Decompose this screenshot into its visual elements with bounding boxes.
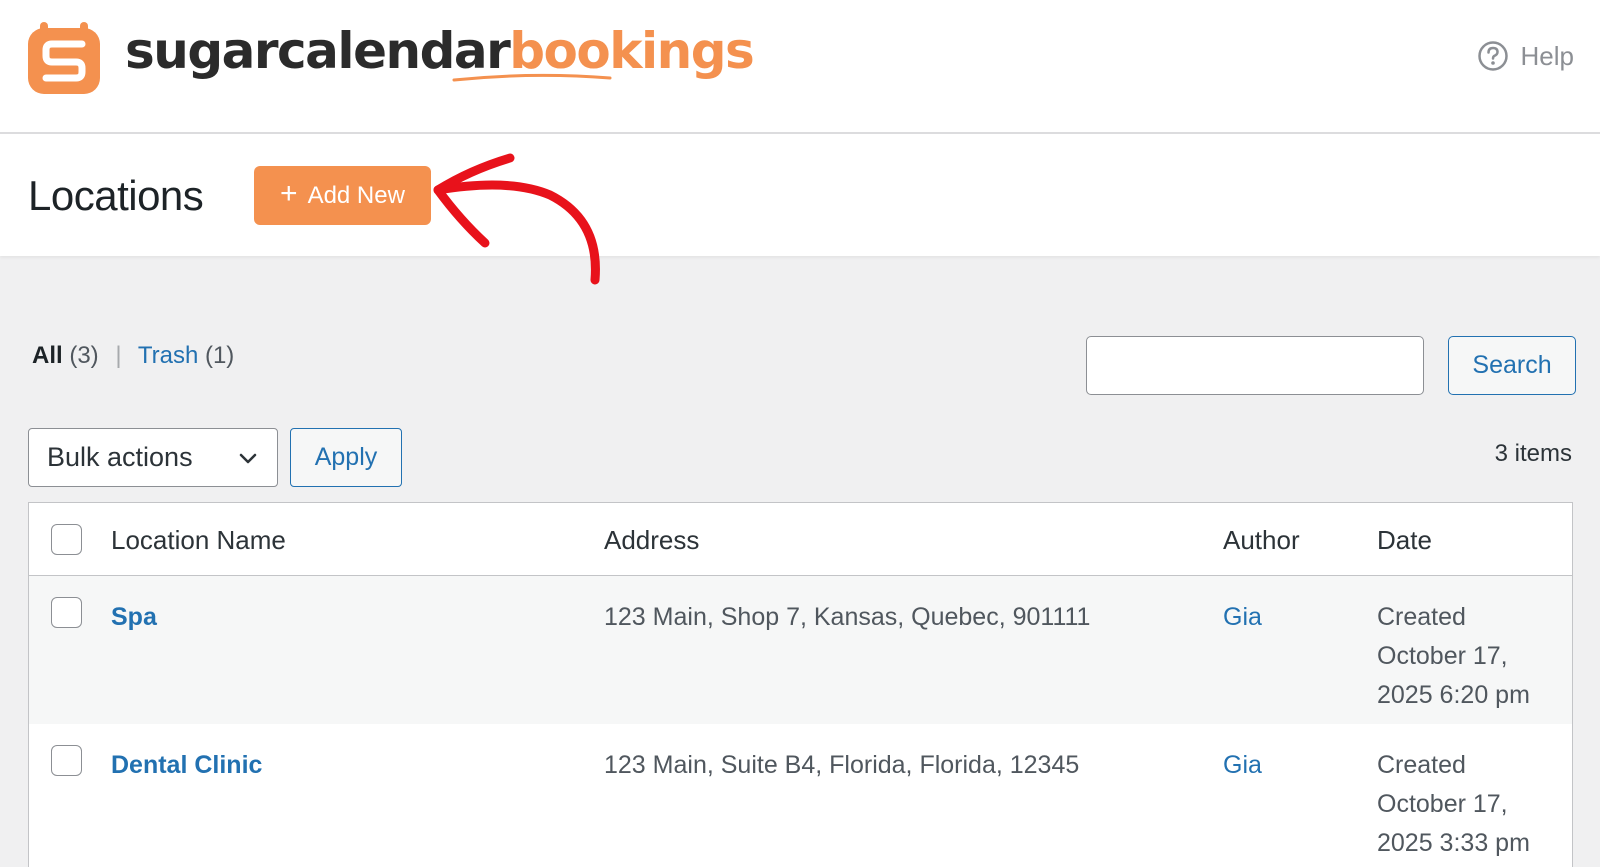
select-all-checkbox[interactable]: [51, 524, 82, 555]
location-name-link[interactable]: Spa: [111, 598, 157, 637]
locations-table: Location Name Address Author Date Spa 12…: [28, 502, 1573, 867]
plus-icon: +: [280, 177, 298, 210]
brand-wordmark: sugarcalendarbookings: [125, 22, 755, 80]
table-row: Dental Clinic 123 Main, Suite B4, Florid…: [29, 724, 1572, 867]
location-address: 123 Main, Shop 7, Kansas, Quebec, 901111: [604, 603, 1091, 631]
search-button[interactable]: Search: [1448, 336, 1576, 395]
chevron-down-icon: [239, 453, 257, 464]
date-day: October 17,: [1377, 642, 1508, 670]
location-address: 123 Main, Suite B4, Florida, Florida, 12…: [604, 751, 1080, 779]
table-header: Location Name Address Author Date: [29, 503, 1572, 576]
date-cell: Created October 17, 2025 6:20 pm: [1377, 598, 1567, 715]
status-filters: All (3) | Trash (1): [32, 342, 234, 370]
date-time: 2025 6:20 pm: [1377, 681, 1530, 709]
author-link[interactable]: Gia: [1223, 746, 1262, 785]
row-checkbox[interactable]: [51, 745, 82, 776]
bulk-actions-selected: Bulk actions: [47, 442, 193, 472]
apply-button[interactable]: Apply: [290, 428, 402, 487]
filter-trash-count: (1): [204, 342, 235, 369]
date-day: October 17,: [1377, 790, 1508, 818]
table-row: Spa 123 Main, Shop 7, Kansas, Quebec, 90…: [29, 576, 1572, 724]
add-new-button[interactable]: + Add New: [254, 166, 431, 225]
bulk-actions-select[interactable]: Bulk actions: [28, 428, 278, 487]
location-name-link[interactable]: Dental Clinic: [111, 746, 262, 785]
date-time: 2025 3:33 pm: [1377, 829, 1530, 857]
brand-underline-swoosh: [452, 73, 612, 82]
help-label: Help: [1520, 40, 1574, 71]
column-header-address: Address: [604, 525, 700, 555]
column-header-author: Author: [1223, 525, 1300, 555]
filter-all[interactable]: All: [32, 342, 63, 369]
search-input[interactable]: [1086, 336, 1424, 395]
page-title: Locations: [28, 172, 204, 219]
filter-trash[interactable]: Trash: [138, 342, 198, 369]
question-circle-icon: [1477, 41, 1508, 71]
items-count: 3 items: [1494, 440, 1572, 467]
add-new-label: Add New: [307, 181, 405, 209]
date-cell: Created October 17, 2025 3:33 pm: [1377, 746, 1567, 863]
date-status: Created: [1377, 751, 1466, 779]
page-header: Locations + Add New: [0, 134, 1600, 256]
column-header-date[interactable]: Date: [1377, 525, 1567, 556]
filter-separator: |: [115, 342, 122, 369]
annotation-arrow-icon: [433, 153, 600, 285]
author-link[interactable]: Gia: [1223, 598, 1262, 637]
help-link[interactable]: Help: [1477, 40, 1574, 72]
sugarcalendar-logo-icon[interactable]: [26, 20, 102, 96]
column-header-location-name[interactable]: Location Name: [111, 525, 286, 556]
date-status: Created: [1377, 603, 1466, 631]
top-bar: sugarcalendarbookings Help: [0, 0, 1600, 134]
row-checkbox[interactable]: [51, 597, 82, 628]
filter-all-count: (3): [69, 342, 99, 369]
